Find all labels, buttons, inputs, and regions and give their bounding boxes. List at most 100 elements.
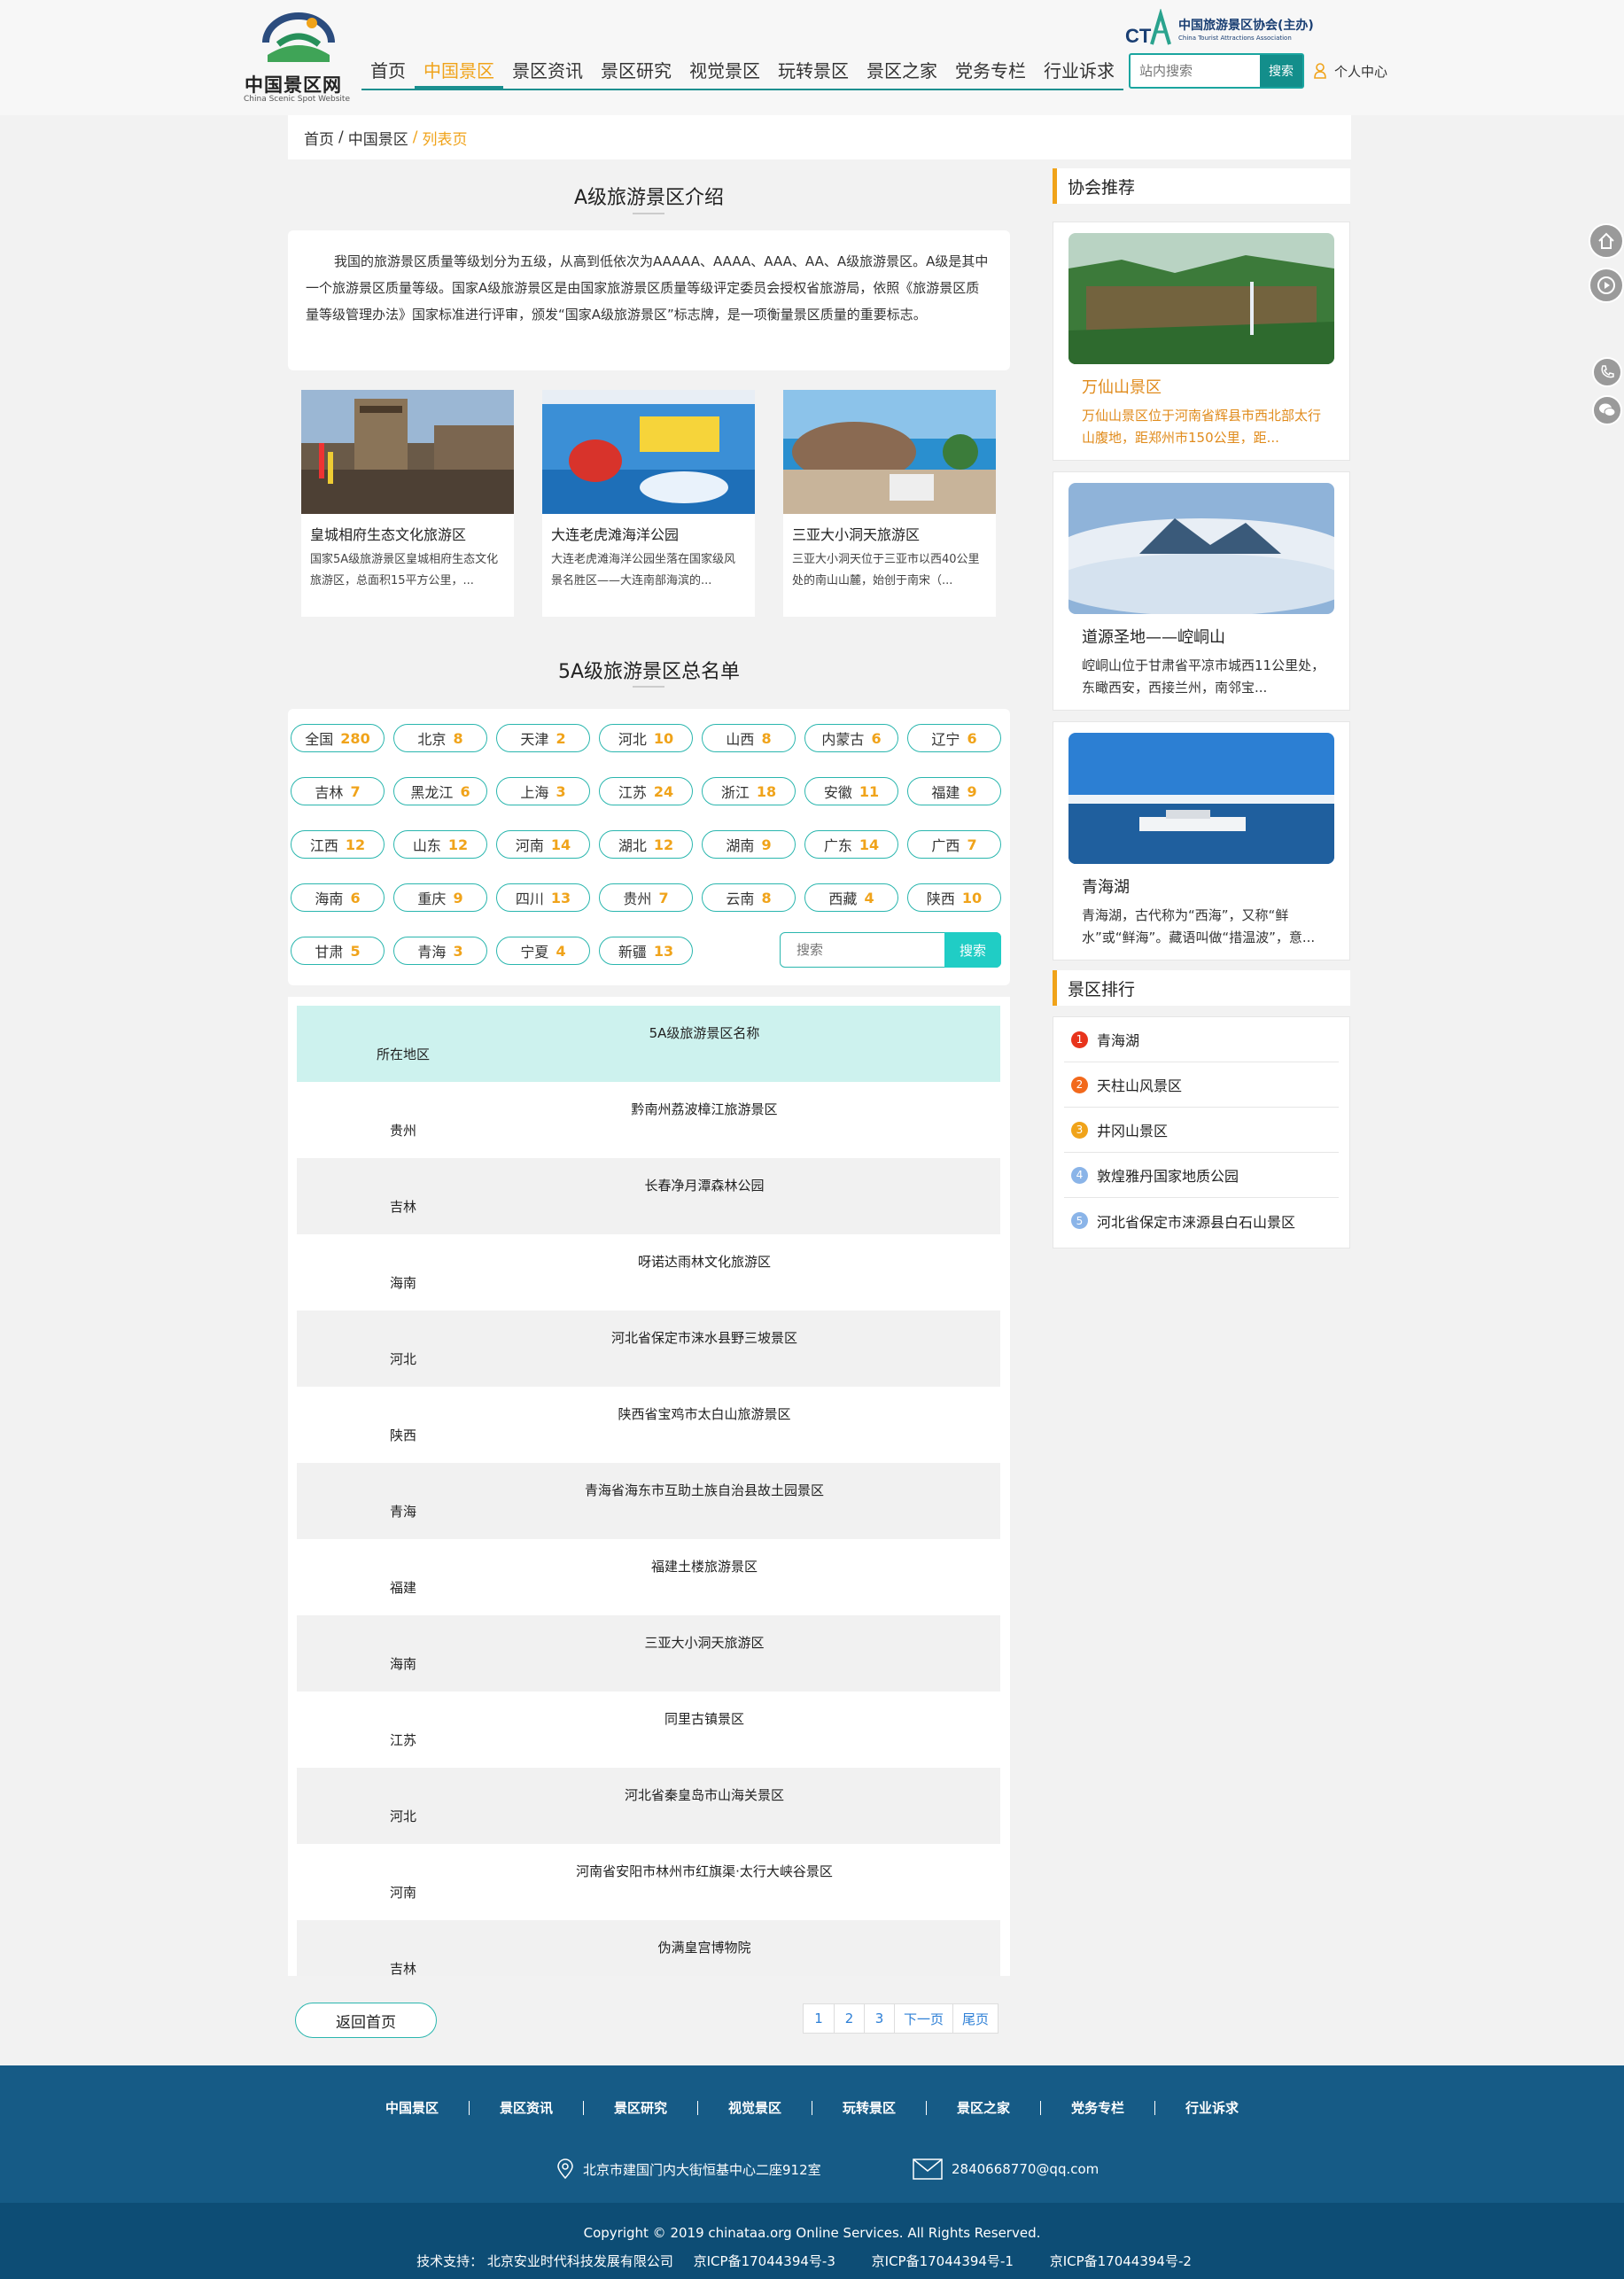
table-row[interactable]: 福建土楼旅游景区 福建 xyxy=(297,1539,1000,1615)
province-filter[interactable]: 江西 12 xyxy=(291,830,385,859)
province-search-input[interactable] xyxy=(781,933,945,966)
float-wechat-button[interactable] xyxy=(1592,395,1622,425)
province-filter[interactable]: 甘肃 5 xyxy=(291,937,385,965)
icp-link[interactable]: 京ICP备17044394号-3 xyxy=(694,2253,835,2269)
province-filter[interactable]: 河南 14 xyxy=(496,830,590,859)
table-row[interactable]: 陕西省宝鸡市太白山旅游景区 陕西 xyxy=(297,1387,1000,1463)
footer-nav-link[interactable]: 党务专栏 xyxy=(1040,2101,1154,2115)
province-filter[interactable]: 山东 12 xyxy=(393,830,487,859)
nav-visual[interactable]: 视觉景区 xyxy=(680,51,769,89)
page-3-link[interactable]: 3 xyxy=(864,2004,894,2033)
ranking-item[interactable]: 4 敦煌雅丹国家地质公园 xyxy=(1064,1153,1339,1198)
table-row[interactable]: 同里古镇景区 江苏 xyxy=(297,1692,1000,1768)
table-row[interactable]: 河北省秦皇岛市山海关景区 河北 xyxy=(297,1768,1000,1844)
table-row[interactable]: 长春净月潭森林公园 吉林 xyxy=(297,1158,1000,1234)
table-row[interactable]: 三亚大小洞天旅游区 海南 xyxy=(297,1615,1000,1692)
logo-subtitle: China Scenic Spot Website xyxy=(244,95,350,104)
province-filter[interactable]: 海南 6 xyxy=(291,883,385,912)
nav-explore[interactable]: 玩转景区 xyxy=(769,51,858,89)
ranking-item[interactable]: 1 青海湖 xyxy=(1064,1017,1339,1062)
table-row[interactable]: 青海省海东市互助土族自治县故土园景区 青海 xyxy=(297,1463,1000,1539)
province-filter[interactable]: 江苏 24 xyxy=(599,777,693,805)
table-row[interactable]: 河南省安阳市林州市红旗渠·太行大峡谷景区 河南 xyxy=(297,1844,1000,1920)
province-filter[interactable]: 安徽 11 xyxy=(804,777,898,805)
province-filter[interactable]: 辽宁 6 xyxy=(907,724,1001,752)
association-logo[interactable]: CT 中国旅游景区协会(主办) China Tourist Attraction… xyxy=(1125,9,1314,46)
province-filter[interactable]: 吉林 7 xyxy=(291,777,385,805)
recommend-card[interactable]: 青海湖 青海湖，古代称为“西海”，又称“鲜水”或“鲜海”。藏语叫做“措温波”，意… xyxy=(1053,721,1350,961)
ranking-item[interactable]: 2 天柱山风景区 xyxy=(1064,1062,1339,1108)
float-video-button[interactable] xyxy=(1589,268,1624,303)
float-phone-button[interactable] xyxy=(1592,357,1622,387)
email-text[interactable]: 2840668770@qq.com xyxy=(952,2161,1099,2177)
footer-nav-link[interactable]: 视觉景区 xyxy=(696,2101,812,2115)
icp-link[interactable]: 京ICP备17044394号-2 xyxy=(1050,2253,1192,2269)
recommend-desc: 青海湖，古代称为“西海”，又称“鲜水”或“鲜海”。藏语叫做“措温波”，意... xyxy=(1082,907,1316,945)
page-1-link[interactable]: 1 xyxy=(804,2004,834,2033)
ranking-item[interactable]: 3 井冈山景区 xyxy=(1064,1108,1339,1153)
province-filter[interactable]: 西藏 4 xyxy=(804,883,898,912)
province-filter[interactable]: 天津 2 xyxy=(496,724,590,752)
scenic-card[interactable]: 大连老虎滩海洋公园 大连老虎滩海洋公园坐落在国家级风景名胜区——大连南部海滨的.… xyxy=(542,390,755,617)
breadcrumb-section[interactable]: 中国景区 xyxy=(348,127,408,149)
province-filter[interactable]: 山西 8 xyxy=(702,724,796,752)
breadcrumb-home[interactable]: 首页 xyxy=(304,127,334,149)
province-filter[interactable]: 陕西 10 xyxy=(907,883,1001,912)
province-filter[interactable]: 宁夏 4 xyxy=(496,937,590,965)
province-filter[interactable]: 全国 280 xyxy=(291,724,385,752)
province-filter[interactable]: 青海 3 xyxy=(393,937,487,965)
scenic-card[interactable]: 皇城相府生态文化旅游区 国家5A级旅游景区皇城相府生态文化旅游区，总面积15平方… xyxy=(301,390,514,617)
recommend-card[interactable]: 万仙山景区 万仙山景区位于河南省辉县市西北部太行山腹地，距郑州市150公里，距.… xyxy=(1053,222,1350,461)
footer-nav-link[interactable]: 行业诉求 xyxy=(1154,2101,1269,2115)
nav-home[interactable]: 首页 xyxy=(361,51,415,89)
province-filter[interactable]: 河北 10 xyxy=(599,724,693,752)
site-search-button[interactable]: 搜索 xyxy=(1260,55,1302,87)
province-filter[interactable]: 北京 8 xyxy=(393,724,487,752)
province-search-button[interactable]: 搜索 xyxy=(944,932,1001,968)
last-page-link[interactable]: 尾页 xyxy=(952,2004,998,2033)
province-filter[interactable]: 湖南 9 xyxy=(702,830,796,859)
province-filter[interactable]: 福建 9 xyxy=(907,777,1001,805)
province-filter[interactable]: 广东 14 xyxy=(804,830,898,859)
table-row[interactable]: 河北省保定市涞水县野三坡景区 河北 xyxy=(297,1311,1000,1387)
province-filter[interactable]: 云南 8 xyxy=(702,883,796,912)
nav-china-scenic[interactable]: 中国景区 xyxy=(415,51,503,89)
card-title: 皇城相府生态文化旅游区 xyxy=(310,526,467,543)
footer-nav-link[interactable]: 玩转景区 xyxy=(812,2101,926,2115)
icp-link[interactable]: 京ICP备17044394号-1 xyxy=(872,2253,1014,2269)
province-filter[interactable]: 浙江 18 xyxy=(702,777,796,805)
table-row[interactable]: 伪满皇宫博物院 吉林 xyxy=(297,1920,1000,1976)
province-filter[interactable]: 贵州 7 xyxy=(599,883,693,912)
province-filter[interactable]: 上海 3 xyxy=(496,777,590,805)
footer-nav-link[interactable]: 中国景区 xyxy=(355,2101,469,2115)
table-row[interactable]: 黔南州荔波樟江旅游景区 贵州 xyxy=(297,1082,1000,1158)
footer-nav-link[interactable]: 景区资讯 xyxy=(468,2101,583,2115)
province-filter[interactable]: 新疆 13 xyxy=(599,937,693,965)
province-count: 12 xyxy=(653,836,674,853)
footer-nav-link[interactable]: 景区研究 xyxy=(582,2101,697,2115)
province-count: 7 xyxy=(967,836,977,853)
ranking-item[interactable]: 5 河北省保定市涞源县白石山景区 xyxy=(1064,1198,1339,1243)
province-filter[interactable]: 四川 13 xyxy=(496,883,590,912)
back-home-button[interactable]: 返回首页 xyxy=(295,2003,437,2038)
float-home-button[interactable] xyxy=(1589,223,1624,259)
nav-home-of-scenic[interactable]: 景区之家 xyxy=(858,51,946,89)
table-row[interactable]: 呀诺达雨林文化旅游区 海南 xyxy=(297,1234,1000,1311)
nav-industry[interactable]: 行业诉求 xyxy=(1035,51,1123,89)
user-center-link[interactable]: 个人中心 xyxy=(1313,60,1387,82)
province-filter[interactable]: 重庆 9 xyxy=(393,883,487,912)
province-filter[interactable]: 黑龙江 6 xyxy=(393,777,487,805)
nav-party[interactable]: 党务专栏 xyxy=(946,51,1035,89)
province-filter[interactable]: 湖北 12 xyxy=(599,830,693,859)
page-2-link[interactable]: 2 xyxy=(834,2004,864,2033)
province-filter[interactable]: 内蒙古 6 xyxy=(804,724,898,752)
next-page-link[interactable]: 下一页 xyxy=(894,2004,952,2033)
nav-research[interactable]: 景区研究 xyxy=(592,51,680,89)
site-logo[interactable]: 中国景区网 China Scenic Spot Website xyxy=(241,9,350,104)
footer-nav-link[interactable]: 景区之家 xyxy=(926,2101,1040,2115)
nav-news[interactable]: 景区资讯 xyxy=(503,51,592,89)
scenic-card[interactable]: 三亚大小洞天旅游区 三亚大小洞天位于三亚市以西40公里处的南山山麓，始创于南宋（… xyxy=(783,390,996,617)
site-search-input[interactable] xyxy=(1131,55,1260,87)
province-filter[interactable]: 广西 7 xyxy=(907,830,1001,859)
recommend-card[interactable]: 道源圣地——崆峒山 崆峒山位于甘肃省平凉市城西11公里处，东瞰西安，西接兰州，南… xyxy=(1053,471,1350,711)
